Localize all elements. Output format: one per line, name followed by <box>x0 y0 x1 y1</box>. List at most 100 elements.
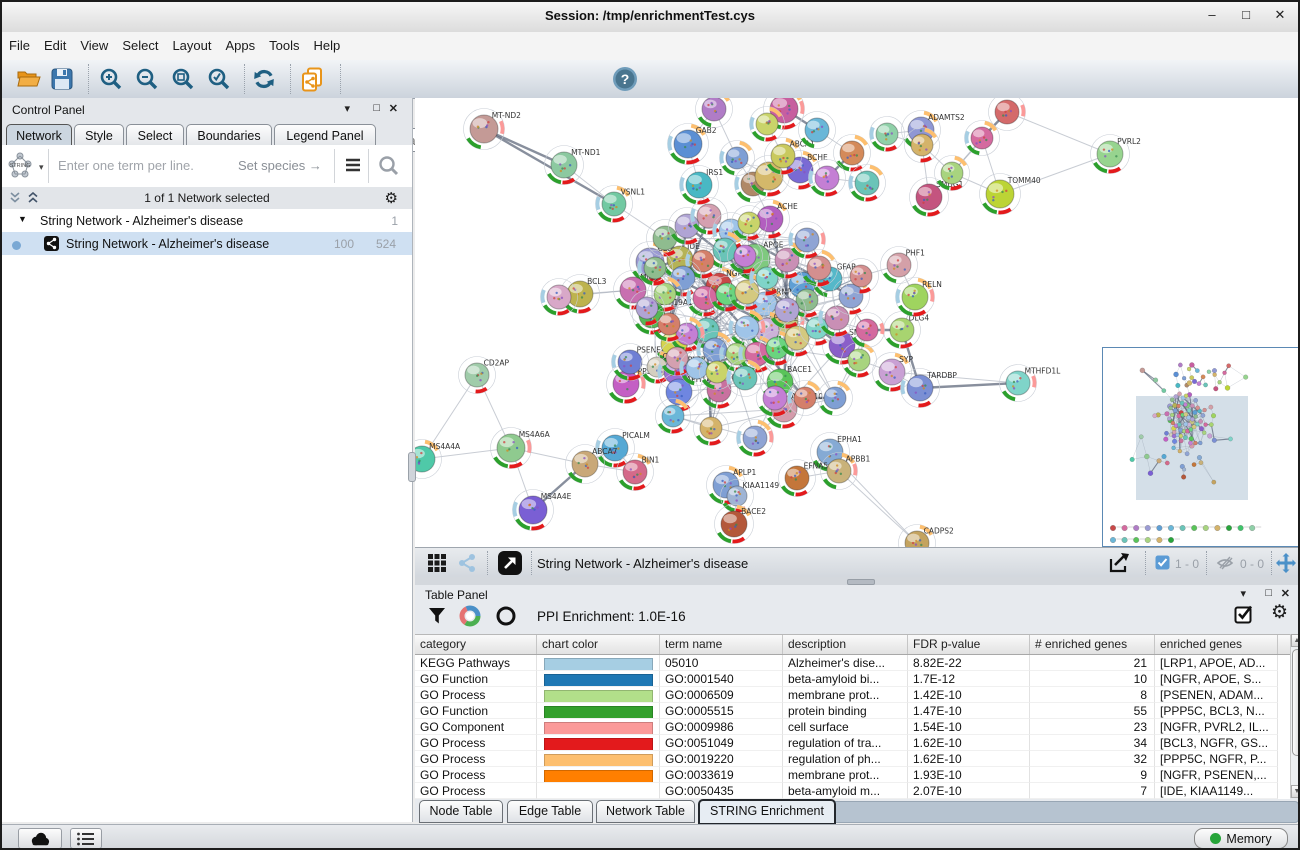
cell-description: regulation of ph... <box>783 751 908 767</box>
minimize-button[interactable]: – <box>1200 7 1224 22</box>
string-options-icon[interactable] <box>344 157 362 173</box>
filter-funnel-icon[interactable] <box>427 606 447 626</box>
network-options-gear-icon[interactable]: ⚙ <box>385 189 398 207</box>
cell-category: GO Process <box>415 783 537 799</box>
menu-view[interactable]: View <box>73 32 115 53</box>
open-folder-icon[interactable] <box>16 67 42 91</box>
cell-category: GO Process <box>415 751 537 767</box>
table-row[interactable]: GO ProcessGO:0050435beta-amyloid m...2.0… <box>415 783 1290 799</box>
chart-color-cell <box>537 719 660 735</box>
tab-network-table[interactable]: Network Table <box>596 800 695 823</box>
menu-apps[interactable]: Apps <box>219 32 263 53</box>
panel-float-icon[interactable]: □ <box>373 102 380 114</box>
selected-checkbox-icon[interactable] <box>1155 555 1170 570</box>
cell-genes: [LRP1, APOE, AD... <box>1155 655 1278 671</box>
menu-help[interactable]: Help <box>307 32 348 53</box>
svg-text:MS4A4A: MS4A4A <box>429 442 461 451</box>
zoom-fit-icon[interactable] <box>170 67 196 93</box>
cell-description: beta-amyloid m... <box>783 783 908 799</box>
pan-tool-icon[interactable] <box>1274 551 1298 575</box>
cell-genes: [NGFR, PSENEN,... <box>1155 767 1278 783</box>
panel-close-icon[interactable]: ✕ <box>389 102 398 115</box>
network-row[interactable]: String Network - Alzheimer's disease 100… <box>2 232 412 255</box>
selected-count-label: 1 - 0 <box>1175 557 1199 571</box>
memory-label: Memory <box>1226 832 1271 846</box>
export-network-icon[interactable] <box>1108 551 1134 575</box>
panel-splitter-handle[interactable] <box>408 452 416 482</box>
table-row[interactable]: GO FunctionGO:0005515protein binding1.47… <box>415 703 1290 719</box>
table-row[interactable]: GO ProcessGO:0019220regulation of ph...1… <box>415 751 1290 767</box>
column-header[interactable]: term name <box>660 635 783 654</box>
tab-node-table[interactable]: Node Table <box>419 800 503 823</box>
scroll-thumb[interactable] <box>1292 649 1300 756</box>
column-header[interactable]: chart color <box>537 635 660 654</box>
memory-button[interactable]: Memory <box>1194 828 1288 849</box>
birdseye-view[interactable] <box>1102 347 1300 547</box>
network-collection-row[interactable]: ▼ String Network - Alzheimer's disease 1 <box>2 209 412 233</box>
menu-file[interactable]: File <box>2 32 37 53</box>
table-row[interactable]: KEGG Pathways05010Alzheimer's dise...8.8… <box>415 655 1290 671</box>
scroll-down-icon[interactable]: ▼ <box>1291 785 1300 798</box>
zoom-out-icon[interactable] <box>134 67 160 93</box>
table-row[interactable]: GO ProcessGO:0033619membrane prot...1.93… <box>415 767 1290 783</box>
table-panel-menu-icon[interactable]: ▾ <box>1240 587 1246 600</box>
column-header[interactable]: enriched genes <box>1155 635 1278 654</box>
zoom-in-icon[interactable] <box>98 67 124 93</box>
close-button[interactable]: ✕ <box>1268 7 1292 23</box>
window-title: Session: /tmp/enrichmentTest.cys <box>2 8 1298 23</box>
table-settings-gear-icon[interactable]: ⚙ <box>1271 601 1288 624</box>
svg-text:SYP: SYP <box>899 355 913 364</box>
scroll-up-icon[interactable]: ▲ <box>1291 634 1300 647</box>
svg-text:MS4A6A: MS4A6A <box>519 430 551 439</box>
table-row[interactable]: GO ComponentGO:0009986cell surface1.54E-… <box>415 719 1290 735</box>
copy-network-icon[interactable] <box>298 67 326 93</box>
table-panel-close-icon[interactable]: ✕ <box>1281 587 1290 600</box>
task-list-button[interactable] <box>70 828 102 849</box>
svg-text:▾: ▾ <box>39 162 44 172</box>
column-header[interactable]: FDR p-value <box>908 635 1030 654</box>
string-search-icon[interactable] <box>378 155 400 177</box>
column-header[interactable]: description <box>783 635 908 654</box>
open-in-window-icon[interactable] <box>497 550 523 576</box>
column-header[interactable]: category <box>415 635 537 654</box>
select-columns-icon[interactable] <box>1234 604 1254 624</box>
birdseye-toggle-icon[interactable] <box>457 553 477 573</box>
zoom-selected-icon[interactable] <box>206 67 232 93</box>
tab-string-enrichment[interactable]: STRING Enrichment <box>698 799 836 825</box>
cell-term: GO:0033619 <box>660 767 783 783</box>
string-logo-icon[interactable]: STRING ▾ <box>6 151 46 181</box>
grid-view-icon[interactable] <box>427 553 447 573</box>
menu-tools[interactable]: Tools <box>262 32 306 53</box>
refresh-icon[interactable] <box>252 67 276 91</box>
enrichment-chart-icon[interactable] <box>459 605 481 627</box>
table-panel-float-icon[interactable]: □ <box>1265 587 1272 599</box>
network-view-title: String Network - Alzheimer's disease <box>537 556 748 571</box>
menu-layout[interactable]: Layout <box>165 32 218 53</box>
help-icon[interactable]: ? <box>612 66 638 92</box>
svg-text:MTHFD1L: MTHFD1L <box>1025 367 1062 376</box>
save-icon[interactable] <box>50 67 74 91</box>
menu-select[interactable]: Select <box>115 32 165 53</box>
table-row[interactable]: GO FunctionGO:0001540beta-amyloid bi...1… <box>415 671 1290 687</box>
tab-edge-table[interactable]: Edge Table <box>507 800 593 823</box>
svg-text:TOMM40: TOMM40 <box>1007 176 1041 185</box>
cell-category: GO Component <box>415 719 537 735</box>
svg-text:TARDBP: TARDBP <box>926 371 957 380</box>
menu-edit[interactable]: Edit <box>37 32 73 53</box>
table-row[interactable]: GO ProcessGO:0006509membrane prot...1.42… <box>415 687 1290 703</box>
collection-expand-icon[interactable]: ▼ <box>18 214 27 224</box>
ring-chart-icon[interactable] <box>495 605 517 627</box>
column-header[interactable]: # enriched genes <box>1030 635 1155 654</box>
panel-menu-icon[interactable]: ▾ <box>344 102 350 115</box>
maximize-button[interactable]: □ <box>1234 7 1258 22</box>
table-scrollbar[interactable]: ▲ ▼ <box>1290 634 1300 798</box>
table-row[interactable]: GO ProcessGO:0051049regulation of tra...… <box>415 735 1290 751</box>
svg-text:KIAA1149: KIAA1149 <box>743 481 780 490</box>
cell-category: GO Process <box>415 767 537 783</box>
hidden-eye-icon[interactable] <box>1216 555 1234 570</box>
cloud-button[interactable] <box>18 828 62 849</box>
svg-text:MT-ND2: MT-ND2 <box>492 111 521 120</box>
cell-count: 34 <box>1030 735 1155 751</box>
set-species-label[interactable]: Set species → <box>238 158 322 173</box>
string-query-input[interactable]: Enter one term per line. <box>58 158 194 173</box>
